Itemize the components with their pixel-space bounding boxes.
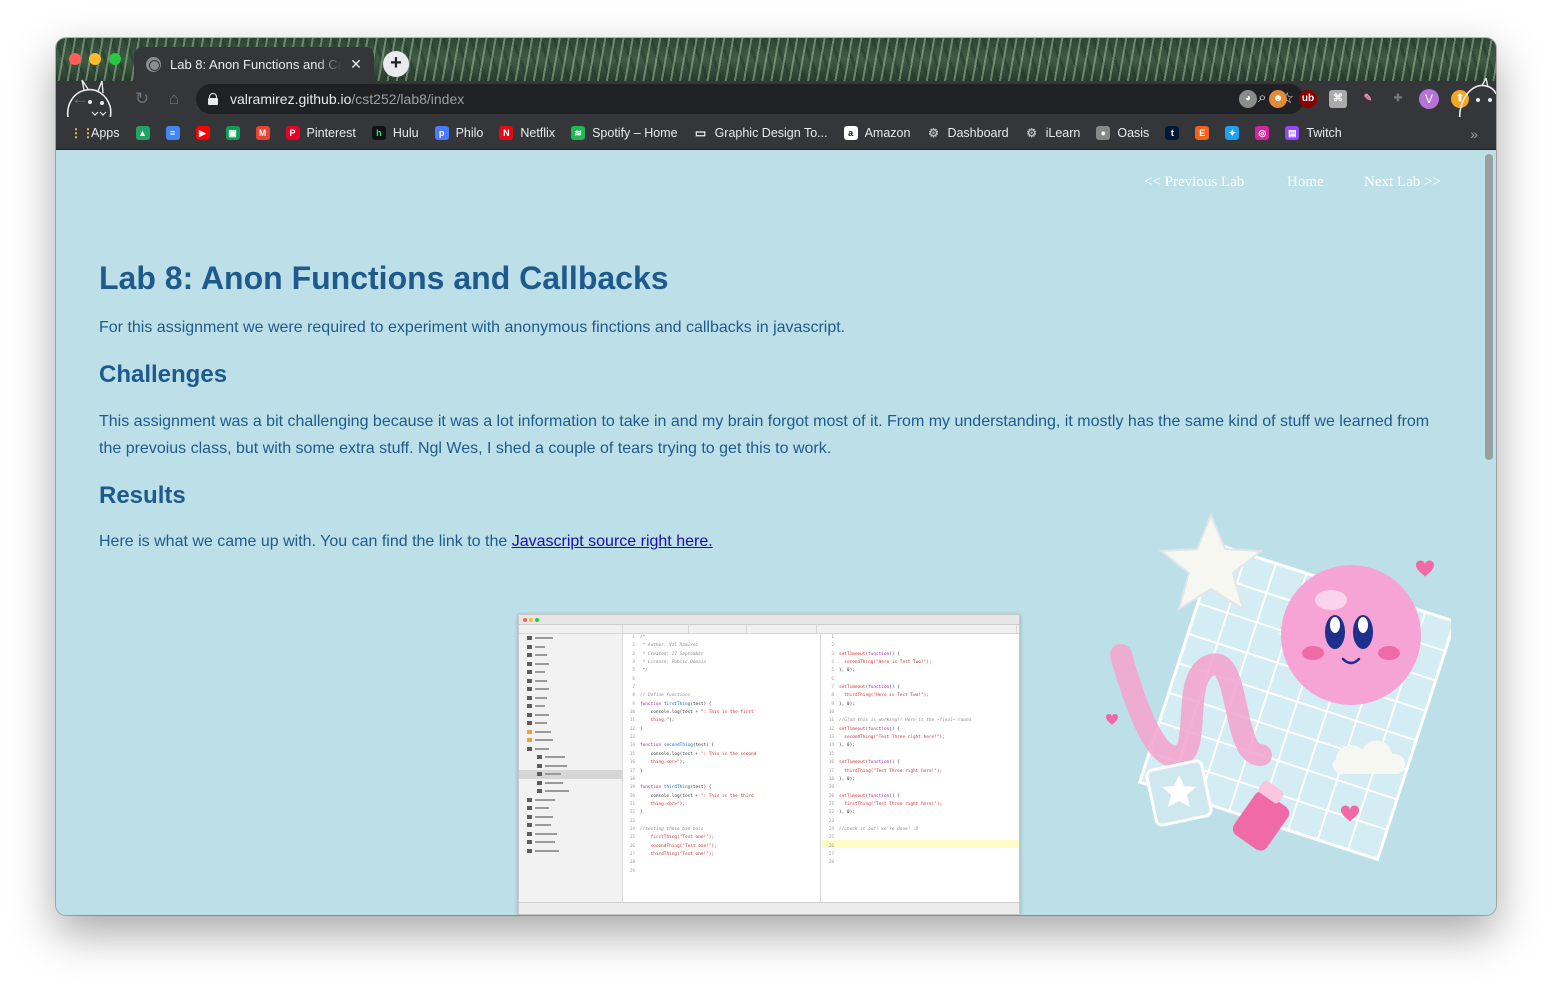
web-page: << Previous Lab Home Next Lab >> Lab 8: … <box>56 150 1482 915</box>
bookmark-label: Hulu <box>392 126 419 140</box>
home-link[interactable]: Home <box>1287 174 1324 191</box>
globe-icon <box>146 56 161 72</box>
lock-icon <box>208 93 218 105</box>
previous-lab-link[interactable]: << Previous Lab <box>1144 174 1244 191</box>
results-text: Here is what we came up with. You can fi… <box>99 533 512 550</box>
page-scrollbar[interactable] <box>1482 150 1496 915</box>
url-path: /cst252/lab8/index <box>351 91 465 107</box>
intro-paragraph: For this assignment we were required to … <box>99 319 846 336</box>
bookmark-netflix[interactable]: N Netflix <box>499 126 555 140</box>
bookmark-label: Netflix <box>520 126 556 140</box>
bookmark-dashboard[interactable]: ⚙ Dashboard <box>926 126 1009 140</box>
bookmark-twitter[interactable]: ✦ <box>1225 126 1240 140</box>
google-classroom-icon: ▣ <box>225 126 240 140</box>
spotify-icon: ≋ <box>571 126 586 140</box>
extensions-icon[interactable]: ✚ <box>1389 90 1407 108</box>
bookmark-label: Pinterest <box>306 126 356 140</box>
bookmarks-bar: ⋮⋮ Apps ▲ ≡ ▶ ▣ M P Pinterest h Hulu p Philo N Netflix… <box>56 117 1496 150</box>
challenges-paragraph: This assignment was a bit challenging be… <box>99 413 1430 457</box>
tab-strip: Lab 8: Anon Functions and Callbacks ✕ + <box>56 38 1496 81</box>
kirby-sticker-image <box>1106 512 1451 862</box>
bookmark-instagram[interactable]: ◎ <box>1255 126 1270 140</box>
reload-icon[interactable]: ↻ <box>132 89 152 109</box>
bookmark-label: Twitch <box>1306 126 1342 140</box>
globe-icon: ● <box>1096 126 1111 140</box>
bookmark-google-drive[interactable]: ▲ <box>135 126 150 140</box>
google-drive-icon: ▲ <box>135 126 150 140</box>
javascript-source-link[interactable]: Javascript source right here. <box>512 533 713 550</box>
youtube-icon: ▶ <box>195 126 210 140</box>
bookmark-oasis[interactable]: ● Oasis <box>1096 126 1149 140</box>
bookmark-label: Spotify – Home <box>592 126 678 140</box>
gear-icon: ⚙ <box>928 126 939 140</box>
bookmark-tumblr[interactable]: t <box>1165 126 1180 140</box>
amazon-icon: a <box>843 126 858 140</box>
extensions-bar: ◕ ☻ ub ⌘ ✎ ✚ V ⬆ <box>1239 89 1469 109</box>
bookmark-pinterest[interactable]: P Pinterest <box>285 126 356 140</box>
etsy-icon: E <box>1195 126 1210 140</box>
bookmark-google-classroom[interactable]: ▣ <box>225 126 240 140</box>
bookmark-label: Amazon <box>864 126 911 140</box>
bookmark-philo[interactable]: p Philo <box>434 126 484 140</box>
bookmark-label: Graphic Design To... <box>714 126 828 140</box>
results-paragraph: Here is what we came up with. You can fi… <box>99 533 713 551</box>
pinterest-icon: P <box>285 126 300 140</box>
home-icon[interactable]: ⌂ <box>164 89 184 109</box>
profile-avatar[interactable]: V <box>1419 89 1439 109</box>
bookmark-youtube[interactable]: ▶ <box>195 126 210 140</box>
bookmark-apps[interactable]: ⋮⋮ Apps <box>70 126 120 140</box>
bookmark-etsy[interactable]: E <box>1195 126 1210 140</box>
scrollbar-thumb[interactable] <box>1485 154 1493 460</box>
google-docs-icon: ≡ <box>165 126 180 140</box>
bookmark-amazon[interactable]: a Amazon <box>843 126 911 140</box>
bookmark-graphic-design-to[interactable]: ▭ Graphic Design To... <box>694 126 828 140</box>
extension-puzzle-icon[interactable]: ⌘ <box>1329 90 1347 108</box>
bookmark-label: iLearn <box>1045 126 1081 140</box>
ublock-icon[interactable]: ub <box>1299 90 1317 108</box>
results-heading: Results <box>99 482 186 509</box>
tab-title: Lab 8: Anon Functions and Callbacks <box>170 56 342 72</box>
more-bookmarks-icon[interactable]: » <box>1470 126 1478 142</box>
philo-icon: p <box>434 126 449 140</box>
bookmark-label: Apps <box>91 126 120 140</box>
close-tab-icon[interactable]: ✕ <box>348 56 364 73</box>
apps-grid-icon: ⋮⋮ <box>70 126 94 140</box>
bookmark-label: Philo <box>455 126 484 140</box>
new-tab-button[interactable]: + <box>383 51 409 77</box>
gear-icon: ⚙ <box>1026 126 1037 140</box>
challenges-heading: Challenges <box>99 361 228 388</box>
extension-cat-icon[interactable]: ☻ <box>1269 90 1287 108</box>
bookmark-twitch[interactable]: ▤ Twitch <box>1285 126 1342 140</box>
extension-brush-icon[interactable]: ✎ <box>1359 90 1377 108</box>
url-host: valramirez.github.io <box>230 91 352 107</box>
maximize-window-button[interactable] <box>109 53 121 65</box>
address-bar[interactable]: valramirez.github.io/cst252/lab8/index ⌕… <box>196 84 1304 114</box>
toolbar: ← ↻ ⌂ valramirez.github.io/cst252/lab8/i… <box>56 81 1496 117</box>
browser-window: Lab 8: Anon Functions and Callbacks ✕ + … <box>56 38 1496 915</box>
next-lab-link[interactable]: Next Lab >> <box>1364 174 1441 191</box>
bookmark-gmail[interactable]: M <box>255 126 270 140</box>
code-screenshot-image: 1 2 3 4 5 6 7 8 9 10 11 12 13 14 15 16 1… <box>518 614 1020 915</box>
bookmark-label: Dashboard <box>947 126 1009 140</box>
bookmark-google-docs[interactable]: ≡ <box>165 126 180 140</box>
bookmark-hulu[interactable]: h Hulu <box>371 126 419 140</box>
page-title: Lab 8: Anon Functions and Callbacks <box>99 260 669 296</box>
bookmark-spotify-home[interactable]: ≋ Spotify – Home <box>571 126 678 140</box>
netflix-icon: N <box>499 126 514 140</box>
gmail-icon: M <box>255 126 270 140</box>
twitter-icon: ✦ <box>1225 126 1240 140</box>
hulu-icon: h <box>371 126 386 140</box>
folder-icon: ▭ <box>694 126 707 140</box>
tumblr-icon: t <box>1165 126 1180 140</box>
bookmark-ilearn[interactable]: ⚙ iLearn <box>1025 126 1081 140</box>
close-window-button[interactable] <box>69 53 81 65</box>
tab-lab8[interactable]: Lab 8: Anon Functions and Callbacks ✕ <box>134 47 374 81</box>
bookmark-label: Oasis <box>1117 126 1150 140</box>
twitch-icon: ▤ <box>1285 126 1300 140</box>
minimize-window-button[interactable] <box>89 53 101 65</box>
instagram-icon: ◎ <box>1255 126 1270 140</box>
extension-owl-icon[interactable]: ◕ <box>1239 90 1257 108</box>
